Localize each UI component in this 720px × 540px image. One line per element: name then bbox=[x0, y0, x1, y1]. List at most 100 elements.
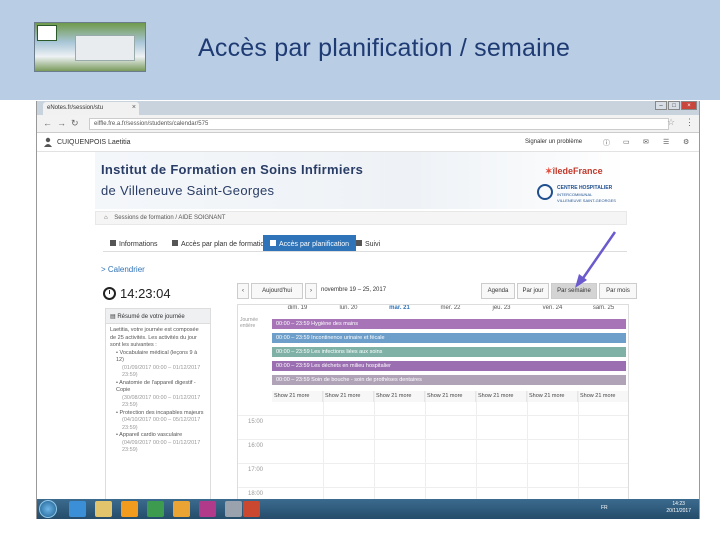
calendar-event[interactable]: 00:00 – 23:59 Les infections liées aux s… bbox=[272, 347, 626, 357]
maximize-icon[interactable]: □ bbox=[668, 101, 680, 110]
system-time: 14:23 bbox=[672, 501, 685, 507]
day-header: ven. 24 bbox=[542, 305, 563, 311]
hospital-logo-icon bbox=[537, 184, 553, 200]
banner-title: Institut de Formation en Soins Infirmier… bbox=[101, 162, 364, 177]
star-icon[interactable]: ☆ bbox=[667, 117, 675, 128]
settings-icon[interactable]: ⚙ bbox=[683, 138, 689, 146]
clock-time: 14:23:04 bbox=[120, 286, 171, 301]
close-window-icon[interactable]: × bbox=[681, 101, 697, 110]
show-more-link[interactable]: Show 21 more bbox=[272, 391, 323, 402]
calendar-link-label: Calendrier bbox=[107, 265, 145, 274]
next-button[interactable]: › bbox=[305, 283, 317, 299]
day-header: lun. 20 bbox=[339, 305, 358, 311]
activity-dates: (04/09/2017 00:00 – 01/12/2017 23:59) bbox=[122, 439, 201, 454]
summary-intro: Laetitia, votre journée est composée de … bbox=[110, 327, 199, 348]
file-explorer-icon[interactable] bbox=[95, 501, 112, 517]
breadcrumb-item[interactable]: Sessions de formation bbox=[114, 215, 173, 221]
show-more-link[interactable]: Show 21 more bbox=[323, 391, 374, 402]
show-more-link[interactable]: Show 21 more bbox=[476, 391, 527, 402]
calendar-event[interactable]: 00:00 – 23:59 Hygiène des mains bbox=[272, 319, 626, 329]
show-more-link[interactable]: Show 21 more bbox=[374, 391, 425, 402]
hour-label: 17:00 bbox=[248, 467, 264, 473]
start-button[interactable] bbox=[39, 500, 57, 518]
outlook-icon[interactable] bbox=[173, 501, 190, 517]
breadcrumb-item: AIDE SOIGNANT bbox=[178, 215, 226, 221]
slide-title: Accès par planification / semaine bbox=[198, 34, 571, 62]
window-controls: – □ × bbox=[655, 101, 697, 111]
tab-plan-formation[interactable]: Accès par plan de formation bbox=[165, 235, 275, 251]
list-icon[interactable]: ☰ bbox=[663, 138, 669, 146]
activity-item[interactable]: Anatomie de l'appareil digestif - Copie bbox=[116, 380, 206, 395]
tab-label: Suivi bbox=[365, 241, 381, 248]
hospital-logo-text: VILLENEUVE SAINT-GEORGES bbox=[557, 198, 616, 203]
hospital-logo: CENTRE HOSPITALIER INTERCOMMUNAL VILLENE… bbox=[537, 184, 623, 206]
show-more-row: Show 21 more Show 21 more Show 21 more S… bbox=[272, 391, 628, 403]
slide-header: Accès par planification / semaine bbox=[0, 0, 720, 100]
show-more-link[interactable]: Show 21 more bbox=[425, 391, 476, 402]
show-more-link[interactable]: Show 21 more bbox=[578, 391, 628, 402]
report-problem-link[interactable]: Signaler un problème bbox=[525, 139, 582, 145]
app-icon[interactable] bbox=[199, 501, 216, 517]
browser-tab[interactable]: eNotes.fr/session/stu × bbox=[43, 102, 139, 115]
system-clock[interactable]: 14:23 20/11/2017 bbox=[666, 501, 691, 515]
annotation-arrow-icon bbox=[575, 231, 617, 288]
internet-explorer-icon[interactable] bbox=[69, 501, 86, 517]
reload-icon[interactable]: ↻ bbox=[71, 118, 79, 129]
hour-label: 18:00 bbox=[248, 491, 264, 497]
region-logo-text: îledeFrance bbox=[552, 166, 603, 176]
today-button[interactable]: Aujourd'hui bbox=[251, 283, 303, 299]
institute-banner: Institut de Formation en Soins Infirmier… bbox=[95, 152, 627, 209]
close-icon[interactable]: × bbox=[132, 104, 136, 111]
user-bar: CUIQUENPOIS Laetitia Signaler un problèm… bbox=[37, 134, 699, 152]
activity-list: Vocabulaire médical (leçons 9 à 12) (01/… bbox=[110, 350, 206, 455]
menu-icon[interactable]: ⋮ bbox=[685, 117, 694, 128]
user-name[interactable]: CUIQUENPOIS Laetitia bbox=[57, 139, 131, 146]
prev-button[interactable]: ‹ bbox=[237, 283, 249, 299]
calendar-link[interactable]: > Calendrier bbox=[101, 265, 145, 274]
hour-label: 16:00 bbox=[248, 443, 264, 449]
activity-item[interactable]: Protection des incapables majeurs bbox=[116, 410, 206, 418]
hour-row[interactable]: 15:00 bbox=[238, 415, 628, 439]
minimize-icon[interactable]: – bbox=[655, 101, 667, 110]
summary-header: ▤ Résumé de votre journée bbox=[106, 309, 210, 324]
calendar-icon bbox=[270, 240, 276, 246]
back-icon[interactable]: ← bbox=[43, 118, 52, 128]
info-icon bbox=[110, 240, 116, 246]
activity-item[interactable]: Vocabulaire médical (leçons 9 à 12) bbox=[116, 350, 206, 365]
calendar-event[interactable]: 00:00 – 23:59 Incontinence urinaire et f… bbox=[272, 333, 626, 343]
system-date: 20/11/2017 bbox=[666, 508, 691, 514]
view-day-button[interactable]: Par jour bbox=[517, 283, 549, 299]
browser-tab-title: eNotes.fr/session/stu bbox=[47, 105, 104, 111]
tab-suivi[interactable]: Suivi bbox=[349, 235, 387, 251]
media-player-icon[interactable] bbox=[121, 501, 138, 517]
mail-icon[interactable]: ✉ bbox=[643, 138, 649, 146]
tab-divider bbox=[103, 251, 627, 252]
tab-planification[interactable]: Accès par planification bbox=[263, 235, 357, 251]
browser-tabbar: eNotes.fr/session/stu × – □ × bbox=[37, 101, 699, 115]
info-icon[interactable]: ⓘ bbox=[603, 138, 610, 148]
app-icon[interactable] bbox=[225, 501, 242, 517]
hour-row[interactable]: 16:00 bbox=[238, 439, 628, 463]
activity-dates: (30/08/2017 00:00 – 01/12/2017 23:59) bbox=[122, 394, 201, 409]
building-icon bbox=[75, 35, 135, 61]
url-input[interactable]: eiffle.fre.a.fr/session/students/calenda… bbox=[89, 118, 669, 130]
view-agenda-button[interactable]: Agenda bbox=[481, 283, 515, 299]
user-icon bbox=[44, 137, 52, 147]
chrome-icon[interactable] bbox=[147, 501, 164, 517]
activity-item[interactable]: Appareil cardio vasculaire bbox=[116, 432, 206, 440]
home-icon[interactable]: ⌂ bbox=[104, 215, 108, 221]
hour-label: 15:00 bbox=[248, 419, 264, 425]
show-more-link[interactable]: Show 21 more bbox=[527, 391, 578, 402]
address-bar: ← → ↻ eiffle.fre.a.fr/session/students/c… bbox=[37, 115, 699, 133]
folder-icon[interactable]: ▭ bbox=[623, 138, 630, 146]
calendar-event[interactable]: 00:00 – 23:59 Les déchets en milieu hosp… bbox=[272, 361, 626, 371]
date-range: novembre 19 – 25, 2017 bbox=[321, 287, 387, 293]
language-indicator[interactable]: FR bbox=[601, 505, 608, 511]
summary-title: Résumé de votre journée bbox=[117, 314, 185, 320]
powerpoint-icon[interactable] bbox=[243, 501, 260, 517]
forward-icon[interactable]: → bbox=[57, 118, 66, 128]
calendar-event[interactable]: 00:00 – 23:59 Soin de bouche - soin de p… bbox=[272, 375, 626, 385]
graduation-icon bbox=[172, 240, 178, 246]
tab-informations[interactable]: Informations bbox=[103, 235, 165, 251]
hour-row[interactable]: 17:00 bbox=[238, 463, 628, 487]
